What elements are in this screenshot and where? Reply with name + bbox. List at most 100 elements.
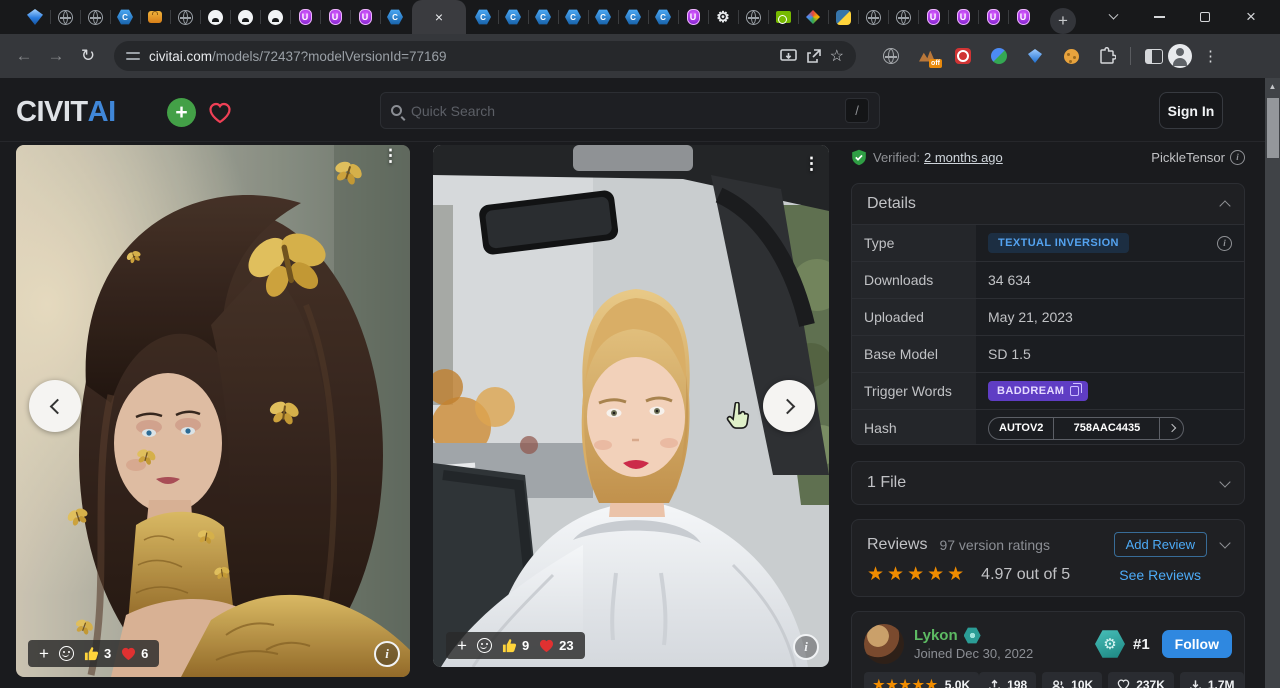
gem-extension-icon[interactable] — [1022, 43, 1048, 69]
image-options-kebab-menu[interactable]: ⋮ — [803, 159, 820, 168]
browser-tab[interactable] — [828, 0, 858, 34]
format-info-icon[interactable]: i — [1230, 150, 1245, 165]
minimize-button[interactable] — [1144, 2, 1174, 32]
search-input[interactable] — [411, 103, 836, 119]
cookie-extension-icon[interactable] — [1058, 43, 1084, 69]
reload-button[interactable]: ↻ — [72, 40, 104, 72]
add-review-button[interactable]: Add Review — [1114, 532, 1207, 557]
bookmark-star-icon[interactable]: ☆ — [830, 46, 844, 66]
browser-tab[interactable]: C — [648, 0, 678, 34]
creator-name-link[interactable]: Lykon — [914, 627, 958, 644]
browser-tab[interactable]: U — [918, 0, 948, 34]
emoji-reaction-icon[interactable] — [477, 638, 492, 653]
browser-tab[interactable] — [200, 0, 230, 34]
browser-tab[interactable] — [50, 0, 80, 34]
page-scrollbar[interactable]: ▲ — [1265, 78, 1280, 688]
copy-icon[interactable] — [1070, 386, 1079, 396]
share-icon[interactable] — [806, 49, 821, 64]
like-reaction[interactable]: 9 — [502, 638, 529, 653]
carousel-prev-button[interactable] — [29, 380, 81, 432]
browser-tab[interactable] — [260, 0, 290, 34]
browser-tab[interactable]: C — [380, 0, 410, 34]
tab-close-icon[interactable]: × — [435, 10, 443, 24]
browser-tab[interactable]: U — [1008, 0, 1038, 34]
quick-search[interactable]: / — [380, 92, 880, 129]
browser-tab[interactable] — [230, 0, 260, 34]
browser-tab[interactable]: C — [558, 0, 588, 34]
side-panel-icon[interactable] — [1141, 43, 1167, 69]
like-reaction[interactable]: 3 — [84, 646, 111, 661]
browser-tab[interactable]: U — [320, 0, 350, 34]
adblock-off-extension-icon[interactable]: off — [914, 43, 940, 69]
browser-tab[interactable] — [768, 0, 798, 34]
follow-button[interactable]: Follow — [1162, 630, 1232, 658]
profile-avatar[interactable] — [1167, 43, 1193, 69]
extensions-puzzle-icon[interactable] — [1094, 43, 1120, 69]
browser-tab[interactable] — [20, 0, 50, 34]
browser-tab[interactable]: U — [978, 0, 1008, 34]
web-extension-icon[interactable] — [878, 43, 904, 69]
creator-avatar[interactable] — [864, 624, 904, 664]
browser-tab[interactable]: U — [350, 0, 380, 34]
browser-tab[interactable] — [140, 0, 170, 34]
forward-button[interactable]: → — [40, 40, 72, 72]
address-bar[interactable]: civitai.com/models/72437?modelVersionId=… — [114, 41, 856, 71]
browser-tab[interactable] — [798, 0, 828, 34]
type-badge[interactable]: TEXTUAL INVERSION — [988, 233, 1129, 253]
emoji-reaction-icon[interactable] — [59, 646, 74, 661]
image-info-button-left[interactable]: i — [374, 641, 400, 667]
image-info-button-main[interactable]: i — [793, 634, 819, 660]
carousel-next-button[interactable] — [763, 380, 815, 432]
favorites-heart-icon[interactable] — [206, 99, 234, 127]
red-extension-icon[interactable] — [950, 43, 976, 69]
heart-reaction[interactable]: 23 — [539, 638, 573, 653]
verified-time-link[interactable]: 2 months ago — [924, 150, 1003, 165]
trigger-word-badge[interactable]: BADDREAM — [988, 381, 1088, 401]
see-reviews-link[interactable]: See Reviews — [1119, 567, 1201, 583]
browser-tab[interactable]: C — [110, 0, 140, 34]
install-app-icon[interactable] — [780, 49, 797, 64]
create-button[interactable]: + — [167, 98, 196, 127]
browser-tab[interactable]: C — [468, 0, 498, 34]
browser-kebab-menu[interactable]: ⋮ — [1203, 47, 1218, 65]
active-tab[interactable]: × — [412, 0, 466, 34]
details-header[interactable]: Details — [852, 184, 1244, 224]
close-window-button[interactable]: × — [1236, 2, 1266, 32]
hash-pill[interactable]: AUTOV2 758AAC4435 — [988, 417, 1184, 440]
site-settings-icon[interactable] — [126, 50, 140, 62]
type-info-icon[interactable]: i — [1217, 236, 1232, 251]
browser-tab[interactable]: C — [528, 0, 558, 34]
file-format-label: PickleTensor — [1151, 150, 1225, 165]
browser-tab[interactable]: U — [678, 0, 708, 34]
browser-tab[interactable] — [170, 0, 200, 34]
scrollbar-thumb[interactable] — [1267, 98, 1279, 158]
browser-tab[interactable]: U — [290, 0, 320, 34]
browser-tab[interactable] — [738, 0, 768, 34]
browser-tab[interactable] — [858, 0, 888, 34]
reaction-bar-left[interactable]: + 3 6 — [28, 640, 159, 667]
add-reaction-button[interactable]: + — [39, 645, 49, 662]
browser-tab[interactable]: U — [948, 0, 978, 34]
browser-tab[interactable]: C — [588, 0, 618, 34]
back-button[interactable]: ← — [8, 40, 40, 72]
creator-card: Lykon Joined Dec 30, 2022 ⚙ #1 Follow ★★… — [851, 611, 1245, 688]
translate-extension-icon[interactable] — [986, 43, 1012, 69]
add-reaction-button[interactable]: + — [457, 637, 467, 654]
browser-menu-chevron-icon[interactable] — [1098, 2, 1128, 32]
new-tab-button[interactable]: + — [1050, 8, 1076, 34]
browser-tab[interactable]: ⚙ — [708, 0, 738, 34]
files-header[interactable]: 1 File — [852, 462, 1244, 504]
browser-tab[interactable]: C — [498, 0, 528, 34]
browser-tab[interactable]: C — [618, 0, 648, 34]
civitai-logo[interactable]: CIVITAI — [16, 96, 116, 129]
sign-in-button[interactable]: Sign In — [1159, 92, 1223, 129]
heart-reaction[interactable]: 6 — [121, 646, 148, 661]
browser-tab[interactable] — [80, 0, 110, 34]
browser-tab[interactable] — [888, 0, 918, 34]
scrollbar-up-arrow[interactable]: ▲ — [1265, 78, 1280, 94]
image-options-kebab-menu[interactable]: ⋮ — [382, 151, 399, 160]
maximize-button[interactable] — [1190, 2, 1220, 32]
reaction-bar-main[interactable]: + 9 23 — [446, 632, 585, 659]
hash-expand-button[interactable] — [1159, 418, 1183, 439]
table-row-type: Type TEXTUAL INVERSION i — [852, 224, 1244, 261]
